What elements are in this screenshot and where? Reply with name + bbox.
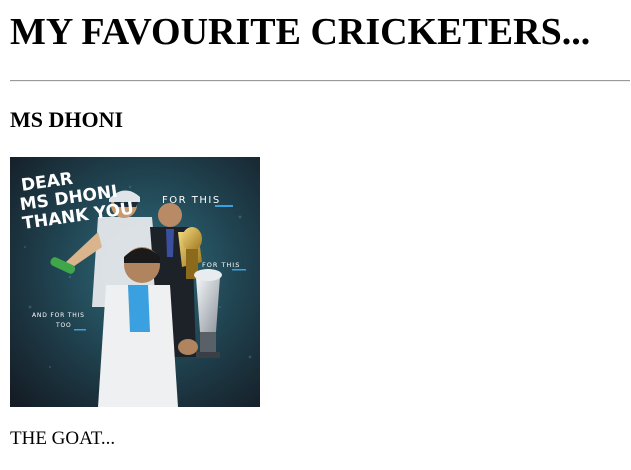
player-name-heading: MS DHONI [10,107,124,132]
tribute-poster: DEAR MS DHONI THANK YOU FOR THIS FOR THI… [10,157,260,407]
photo-caption: THE GOAT... [10,428,116,449]
label-2-accent [232,269,246,271]
poster-label-3-line-2: TOO [55,322,72,329]
label-3-accent [74,329,86,331]
poster-label-1: FOR THIS [162,195,221,206]
poster-label-3-line-1: AND FOR THIS [32,312,85,319]
label-1-accent [215,205,233,207]
poster-label-2: FOR THIS [202,261,240,269]
dhoni-tribute-image: DEAR MS DHONI THANK YOU FOR THIS FOR THI… [10,157,260,407]
page-title: MY FAVOURITE CRICKETERS... [10,11,591,53]
horizontal-divider [10,80,630,82]
